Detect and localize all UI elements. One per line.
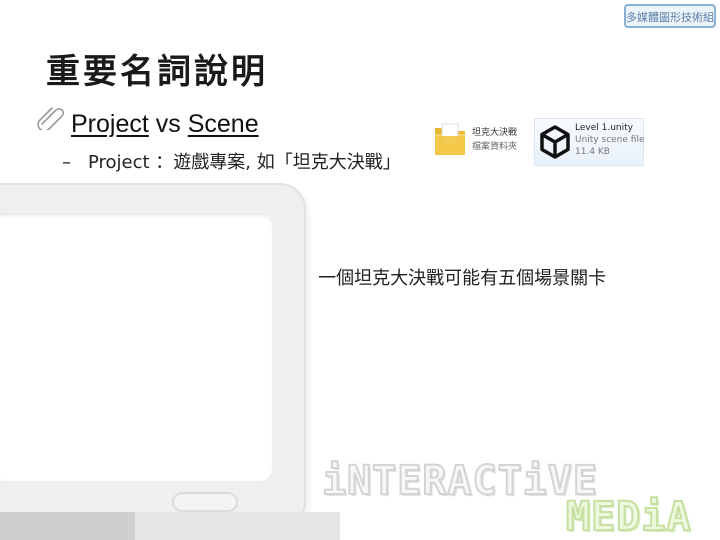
folder-thumbnail: 坦克大決戰 檔案資料夾 xyxy=(430,118,526,166)
device-base xyxy=(0,512,340,540)
folder-icon xyxy=(435,123,465,155)
sub-item-dash: – xyxy=(62,152,71,173)
bullet-scene-word: Scene xyxy=(187,110,259,138)
unity-logo-icon xyxy=(540,125,570,159)
logo-media: MEDiA xyxy=(565,493,692,540)
folder-name: 坦克大決戰 xyxy=(472,128,518,138)
unity-file-info: Level 1.unity Unity scene file 11.4 KB xyxy=(575,122,645,158)
bullet-project-word: Project xyxy=(71,110,149,138)
unity-file-name: Level 1.unity xyxy=(575,123,633,133)
folder-type: 檔案資料夾 xyxy=(472,142,518,152)
slide-title: 重要名詞說明 xyxy=(46,52,268,92)
bullet-project-vs-scene: Project vs Scene xyxy=(71,110,259,139)
header-badge: 多媒體圖形技術組 xyxy=(624,4,716,28)
sub-item-project: – Project ：遊戲專案, 如「坦克大決戰」 xyxy=(62,148,401,174)
logo-interactive: iNTERACTiVE xyxy=(321,457,598,505)
unity-scene-thumbnail: Level 1.unity Unity scene file 11.4 KB xyxy=(534,118,645,166)
folder-label: 坦克大決戰 檔案資料夾 xyxy=(472,126,517,154)
bullet-vs-word: vs xyxy=(148,110,188,138)
paperclip-icon xyxy=(37,107,65,130)
unity-file-size: 11.4 KB xyxy=(575,147,610,157)
device-screen xyxy=(0,213,272,481)
device-home-button xyxy=(172,492,238,512)
unity-file-type: Unity scene file xyxy=(575,135,645,145)
sub-item-text: Project ：遊戲專案, 如「坦克大決戰」 xyxy=(88,152,401,173)
